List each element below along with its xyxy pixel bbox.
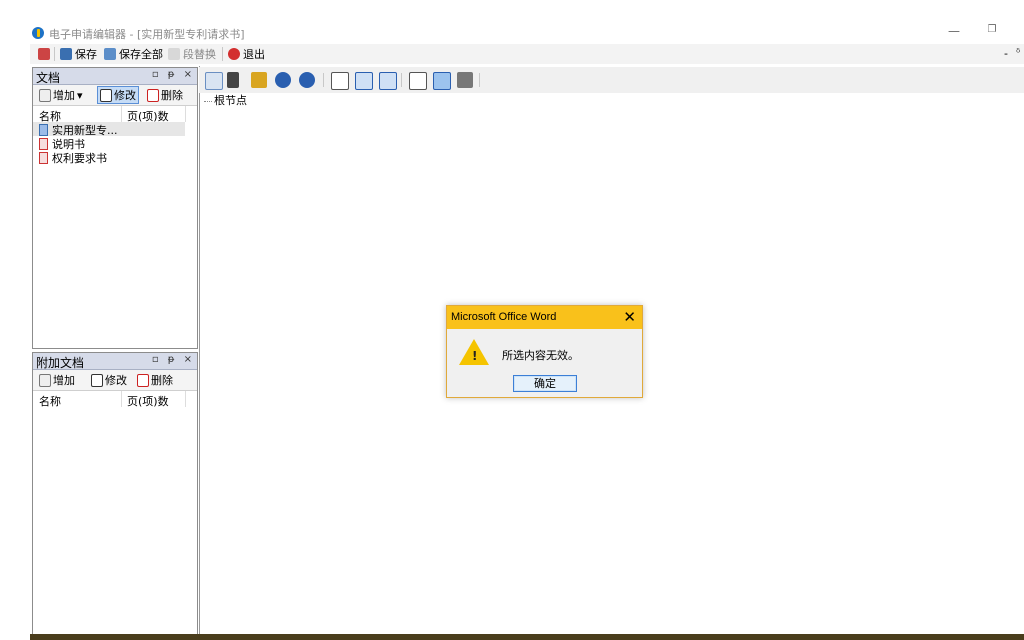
- message-dialog: Microsoft Office Word ✕ ! 所选内容无效。 确定: [446, 305, 643, 398]
- minimize-button[interactable]: —: [946, 24, 962, 42]
- delete-label: 删除: [161, 89, 183, 102]
- documents-panel: 文档 ▫ ᵽ × 增加 ▾ 修改 删除 名称 页(项)数 实用新型专... 说明…: [32, 67, 198, 349]
- save-button[interactable]: 保存: [60, 46, 97, 62]
- redo-icon[interactable]: [299, 72, 315, 88]
- window-title: 电子申请编辑器 - [实用新型专利请求书]: [49, 28, 245, 41]
- list-item[interactable]: 权利要求书: [33, 150, 197, 165]
- edit-label: 修改: [114, 89, 136, 102]
- documents-toolbar: 增加 ▾ 修改 删除: [33, 85, 197, 106]
- save-icon: [60, 48, 72, 60]
- ok-button[interactable]: 确定: [513, 375, 577, 392]
- properties-icon[interactable]: [409, 72, 427, 90]
- font-shrink-icon[interactable]: [379, 72, 397, 90]
- undo-icon[interactable]: [275, 72, 291, 88]
- tree-root-node[interactable]: 根节点: [204, 92, 247, 108]
- documents-panel-title-bar: 文档 ▫ ᵽ ×: [33, 68, 197, 85]
- panel-controls[interactable]: ▫ ᵽ ×: [152, 69, 195, 80]
- edit-attachment-button[interactable]: 修改: [89, 372, 129, 388]
- panel-controls[interactable]: ▫ ᵽ ×: [152, 354, 195, 365]
- dialog-message: 所选内容无效。: [502, 349, 579, 362]
- edit-document-button[interactable]: 修改: [97, 86, 139, 104]
- attachments-panel: 附加文档 ▫ ᵽ × 增加 修改 删除 名称 页(项)数: [32, 352, 198, 635]
- editor-border: [199, 66, 200, 636]
- delete-document-button[interactable]: 删除: [145, 87, 185, 103]
- list-item[interactable]: 实用新型专...: [33, 122, 185, 137]
- mdi-restore-button[interactable]: ᵟ: [1016, 46, 1020, 59]
- search-icon[interactable]: [433, 72, 451, 90]
- document-icon: [39, 124, 48, 136]
- save-label: 保存: [75, 48, 97, 61]
- taskbar-strip: [30, 634, 1024, 640]
- attachments-panel-title-bar: 附加文档 ▫ ᵽ ×: [33, 353, 197, 370]
- column-pages[interactable]: 页(项)数: [127, 393, 169, 409]
- add-document-button[interactable]: 增加 ▾: [37, 87, 85, 103]
- attachments-toolbar: 增加 修改 删除: [33, 370, 197, 391]
- attachments-column-header: 名称 页(项)数: [33, 391, 197, 409]
- save-all-label: 保存全部: [119, 48, 163, 61]
- delete-label: 删除: [151, 374, 173, 387]
- cut-icon[interactable]: [227, 72, 239, 88]
- copy-icon[interactable]: [205, 72, 223, 90]
- replace-label: 段替换: [183, 48, 216, 61]
- list-item-label: 权利要求书: [52, 152, 107, 165]
- edit-label: 修改: [105, 374, 127, 387]
- tree-root-label: 根节点: [214, 94, 247, 107]
- document-icon: [39, 138, 48, 150]
- add-icon: [39, 373, 51, 387]
- add-label: 增加: [53, 374, 75, 387]
- app-icon: [32, 27, 44, 39]
- image-icon[interactable]: [331, 72, 349, 90]
- restore-button[interactable]: ❐: [984, 24, 1000, 42]
- list-item[interactable]: 说明书: [33, 136, 197, 151]
- attachments-panel-title: 附加文档: [36, 356, 85, 370]
- editor-toolbar: [199, 67, 1024, 93]
- add-label: 增加: [53, 89, 75, 102]
- paste-icon[interactable]: [251, 72, 267, 88]
- grid-icon[interactable]: [38, 48, 50, 60]
- column-name[interactable]: 名称: [39, 393, 61, 409]
- add-attachment-button[interactable]: 增加: [37, 372, 77, 388]
- delete-icon: [137, 373, 149, 387]
- delete-icon: [147, 88, 159, 102]
- exit-icon: [228, 48, 240, 60]
- main-toolbar: 保存 保存全部 段替换 退出: [30, 44, 1024, 64]
- replace-button[interactable]: 段替换: [168, 46, 216, 62]
- font-grow-icon[interactable]: [355, 72, 373, 90]
- delete-attachment-button[interactable]: 删除: [135, 372, 175, 388]
- add-icon: [39, 88, 51, 102]
- close-icon[interactable]: ✕: [623, 308, 636, 326]
- exit-label: 退出: [243, 48, 265, 61]
- document-icon: [39, 152, 48, 164]
- replace-icon: [168, 48, 180, 60]
- warning-mark: !: [472, 349, 478, 363]
- mdi-minimize-button[interactable]: -: [1004, 47, 1008, 60]
- save-all-button[interactable]: 保存全部: [104, 46, 163, 62]
- dialog-title-bar: Microsoft Office Word ✕: [447, 306, 642, 329]
- title-bar: 电子申请编辑器 - [实用新型专利请求书] — ❐: [0, 24, 1024, 44]
- print-icon[interactable]: [457, 72, 473, 88]
- dialog-title: Microsoft Office Word: [451, 311, 557, 323]
- save-all-icon: [104, 48, 116, 60]
- add-dropdown-icon[interactable]: ▾: [77, 89, 83, 102]
- exit-button[interactable]: 退出: [228, 46, 265, 62]
- documents-panel-title: 文档: [36, 71, 61, 85]
- edit-icon: [100, 88, 112, 102]
- documents-column-header: 名称 页(项)数: [33, 106, 197, 123]
- edit-icon: [91, 373, 103, 387]
